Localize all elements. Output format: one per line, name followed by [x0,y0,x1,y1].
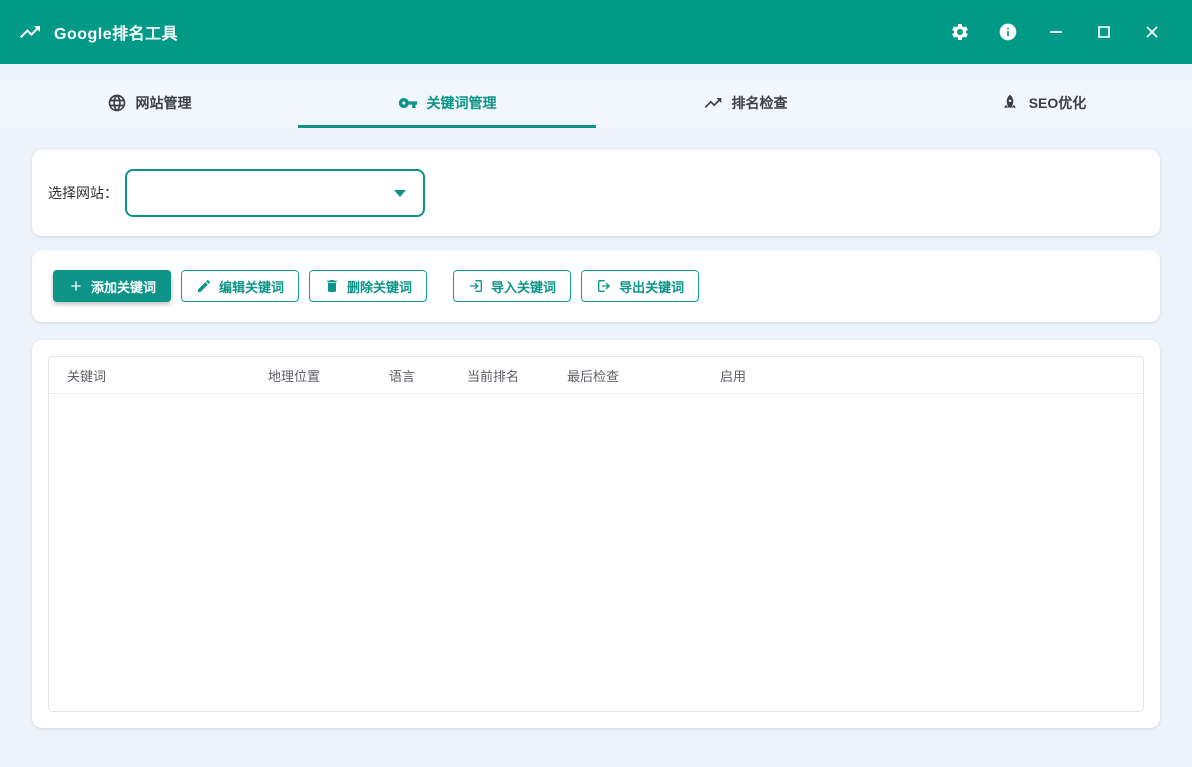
column-header-location: 地理位置 [250,366,371,385]
export-icon [596,278,612,294]
edit-keyword-button[interactable]: 编辑关键词 [181,270,299,302]
tab-seo-optimization[interactable]: SEO优化 [894,80,1192,128]
column-header-last-check: 最后检查 [549,366,702,385]
column-header-keyword: 关键词 [49,366,250,385]
globe-icon [107,93,127,113]
column-header-current-rank: 当前排名 [449,366,549,385]
column-header-language: 语言 [371,366,449,385]
minimize-button[interactable] [1032,8,1080,56]
tab-label: 关键词管理 [427,93,497,113]
trending-up-icon [703,93,723,113]
trash-icon [324,278,340,294]
info-button[interactable] [984,8,1032,56]
add-keyword-label: 添加关键词 [91,277,156,296]
import-keyword-label: 导入关键词 [491,277,556,296]
maximize-icon [1094,22,1114,42]
delete-keyword-button[interactable]: 删除关键词 [309,270,427,302]
site-selector-card: 选择网站： [32,150,1160,236]
keyword-table-body [49,394,1143,711]
export-keyword-label: 导出关键词 [619,277,684,296]
tab-label: 排名检查 [732,93,788,113]
titlebar: Google排名工具 [0,0,1192,64]
plus-icon [68,278,84,294]
import-keyword-button[interactable]: 导入关键词 [453,270,571,302]
delete-keyword-label: 删除关键词 [347,277,412,296]
export-keyword-button[interactable]: 导出关键词 [581,270,699,302]
column-header-enabled: 启用 [702,366,1143,385]
trending-up-icon [18,20,42,44]
tab-keyword-management[interactable]: 关键词管理 [298,80,596,128]
info-icon [998,22,1018,42]
tab-label: SEO优化 [1029,93,1087,113]
tab-website-management[interactable]: 网站管理 [0,80,298,128]
rocket-icon [1000,93,1020,113]
close-icon [1142,22,1162,42]
close-button[interactable] [1128,8,1176,56]
settings-button[interactable] [936,8,984,56]
site-selector-label: 选择网站： [48,183,118,203]
keyword-toolbar-card: 添加关键词 编辑关键词 删除关键词 导入关键词 导出关键词 [32,250,1160,322]
minimize-icon [1046,22,1066,42]
keyword-table-card: 关键词 地理位置 语言 当前排名 最后检查 启用 [32,340,1160,728]
tabbar: 网站管理 关键词管理 排名检查 SEO优化 [0,80,1192,128]
edit-keyword-label: 编辑关键词 [219,277,284,296]
keyword-table-header: 关键词 地理位置 语言 当前排名 最后检查 启用 [49,357,1143,394]
gear-icon [950,22,970,42]
app-title: Google排名工具 [54,20,178,44]
import-icon [468,278,484,294]
maximize-button[interactable] [1080,8,1128,56]
key-icon [398,93,418,113]
keyword-table: 关键词 地理位置 语言 当前排名 最后检查 启用 [48,356,1144,712]
add-keyword-button[interactable]: 添加关键词 [53,270,171,302]
site-select-dropdown[interactable] [125,169,425,217]
tab-rank-check[interactable]: 排名检查 [596,80,894,128]
pencil-icon [196,278,212,294]
tab-label: 网站管理 [136,93,192,113]
window-controls [936,8,1176,56]
chevron-down-icon [394,190,406,197]
